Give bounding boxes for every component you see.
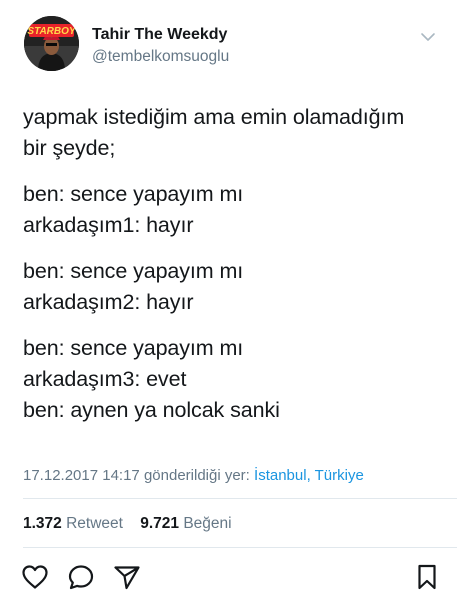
tweet-paragraph: yapmak istediğim ama emin olamadığım bir…	[23, 102, 443, 164]
likes-count: 9.721	[140, 515, 180, 532]
author-handle[interactable]: @tembelkomsuoglu	[92, 48, 229, 66]
tweet-line: ben: sence yapayım mı	[23, 336, 244, 360]
retweet-count: 1.372	[23, 515, 62, 532]
tweet-line: yapmak istediğim ama emin olamadığım	[23, 105, 405, 129]
comment-bubble-icon	[68, 565, 94, 590]
tweet-paragraph: ben: sence yapayım mı arkadaşım3: evet b…	[23, 333, 443, 426]
share-button[interactable]	[112, 562, 142, 592]
like-button[interactable]	[20, 562, 50, 592]
bookmark-button[interactable]	[412, 562, 442, 592]
paper-plane-icon	[114, 566, 140, 590]
avatar-badge-text: STARBOY	[27, 26, 76, 37]
tweet-text: yapmak istediğim ama emin olamadığım bir…	[23, 102, 443, 441]
likes-stat[interactable]: 9.721 Beğeni	[140, 515, 231, 532]
tweet-line: arkadaşım1: hayır	[23, 213, 194, 237]
tweet-card: STARBOY Tahir The Weekdy @tembelkomsuogl…	[0, 0, 457, 600]
tweet-line: ben: sence yapayım mı	[23, 182, 244, 206]
chevron-down-icon	[421, 33, 435, 41]
reply-button[interactable]	[66, 562, 96, 592]
author-name[interactable]: Tahir The Weekdy	[92, 26, 227, 44]
tweet-meta: 17.12.2017 14:17 gönderildiği yer: İstan…	[23, 467, 364, 484]
timestamp[interactable]: 17.12.2017 14:17	[23, 467, 140, 484]
divider	[23, 498, 457, 499]
tweet-line: arkadaşım3: evet	[23, 367, 187, 391]
likes-label: Beğeni	[183, 515, 232, 532]
location-link[interactable]: İstanbul, Türkiye	[254, 467, 364, 484]
divider	[23, 547, 457, 548]
avatar[interactable]: STARBOY	[24, 16, 79, 71]
tweet-paragraph: ben: sence yapayım mı arkadaşım1: hayır	[23, 179, 443, 241]
options-button[interactable]	[418, 30, 438, 44]
tweet-line: ben: sence yapayım mı	[23, 259, 244, 283]
bookmark-icon	[418, 564, 436, 590]
retweet-label: Retweet	[66, 515, 123, 532]
action-bar	[0, 562, 457, 596]
retweet-stat[interactable]: 1.372 Retweet	[23, 515, 123, 532]
tweet-stats: 1.372 Retweet 9.721 Beğeni	[23, 515, 232, 533]
sent-from-label: gönderildiği yer:	[143, 467, 250, 484]
tweet-paragraph: ben: sence yapayım mı arkadaşım2: hayır	[23, 256, 443, 318]
avatar-image: STARBOY	[24, 16, 79, 71]
tweet-line: arkadaşım2: hayır	[23, 290, 194, 314]
tweet-line: ben: aynen ya nolcak sanki	[23, 398, 280, 422]
tweet-line: bir şeyde;	[23, 136, 116, 160]
heart-icon	[22, 565, 48, 589]
